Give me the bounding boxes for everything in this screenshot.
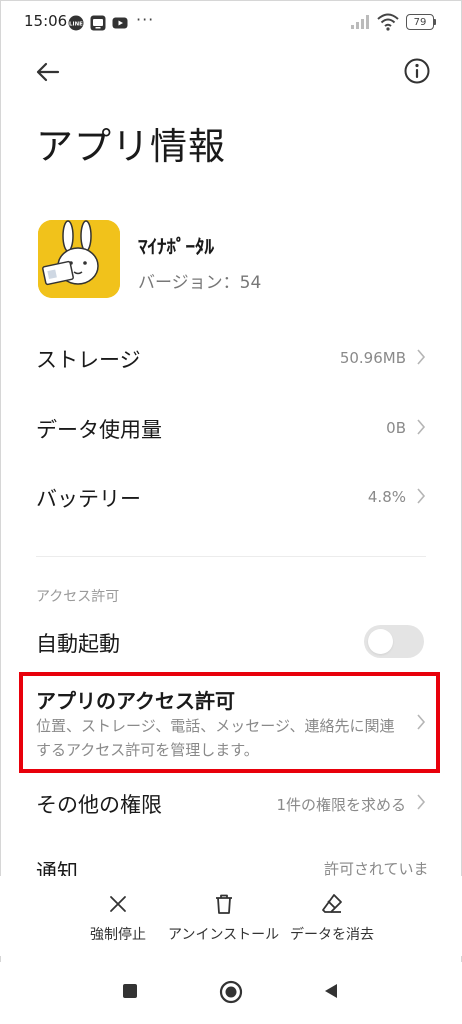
notifications-row[interactable]: 通知 許可されています [36,856,436,876]
info-icon [404,58,430,84]
chevron-right-icon[interactable] [414,712,428,732]
data-usage-row[interactable]: データ使用量 0B [36,406,428,450]
recents-button[interactable] [121,982,139,1004]
battery-icon: 79 [406,14,434,30]
triangle-back-icon [325,984,337,998]
notifications-label: 通知 [36,860,78,876]
chevron-right-icon [417,419,426,435]
chevron-right-icon [417,488,426,504]
eraser-icon [322,894,342,913]
chevron-right-icon [417,794,426,810]
battery-row[interactable]: バッテリー 4.8% [36,475,428,519]
app-permissions-title[interactable]: アプリのアクセス許可 [36,685,235,714]
app-version: バージョン：54 [138,273,262,293]
section-divider [36,556,426,557]
battery-value: 4.8% [367,488,406,506]
clear-data-label: データを消去 [290,927,374,943]
other-permissions-value: 1件の権限を求める [276,796,406,814]
app-icon [38,220,120,298]
notifications-value: 許可されています [324,860,429,876]
youtube-icon [112,15,128,35]
access-section-label: アクセス許可 [36,589,120,605]
uninstall-button[interactable]: アンインストール [168,892,279,944]
status-time: 15:06 [24,12,68,30]
force-stop-label: 強制停止 [90,927,146,943]
tv-icon [90,15,106,35]
storage-value: 50.96MB [339,349,406,367]
svg-text:LINE: LINE [69,22,83,28]
back-nav-button[interactable] [322,982,340,1004]
uninstall-label: アンインストール [168,927,280,943]
app-name: ﾏｲﾅﾎﾟｰﾀﾙ [138,236,215,258]
clear-data-button[interactable]: データを消去 [290,892,374,944]
toggle-knob [368,629,393,654]
line-icon: LINE [68,15,84,35]
bottom-action-bar: 強制停止 アンインストール データを消去 [0,876,462,956]
signal-icon [350,14,372,34]
close-icon [110,896,126,912]
battery-tip [434,19,436,25]
trash-icon [215,894,232,914]
navigation-bar [0,962,462,1024]
chevron-right-icon [417,349,426,365]
autostart-toggle[interactable] [364,625,424,658]
page-title: アプリ情報 [36,125,226,168]
more-notifications: ··· [136,10,155,29]
home-circle-icon [219,980,243,1004]
square-icon [123,984,137,998]
autostart-label: 自動起動 [36,632,120,656]
mynaportal-rabbit-icon [38,220,120,298]
force-stop-button[interactable]: 強制停止 [90,892,146,944]
other-permissions-row[interactable]: その他の権限 1件の権限を求める [36,781,428,825]
status-bar: 15:06 LINE ··· 79 [0,0,462,46]
data-usage-label: データ使用量 [36,418,162,442]
arrow-left-icon [36,62,60,82]
data-usage-value: 0B [386,419,406,437]
app-permissions-description: 位置、ストレージ、電話、メッセージ、連絡先に関連するアクセス許可を管理します。 [36,717,395,759]
wifi-icon [376,13,400,35]
home-button[interactable] [219,980,243,1008]
info-button[interactable] [402,56,432,86]
other-permissions-label: その他の権限 [36,793,162,817]
back-button[interactable] [32,56,64,88]
battery-label: バッテリー [36,487,141,511]
storage-row[interactable]: ストレージ 50.96MB [36,336,428,380]
storage-label: ストレージ [36,348,141,372]
